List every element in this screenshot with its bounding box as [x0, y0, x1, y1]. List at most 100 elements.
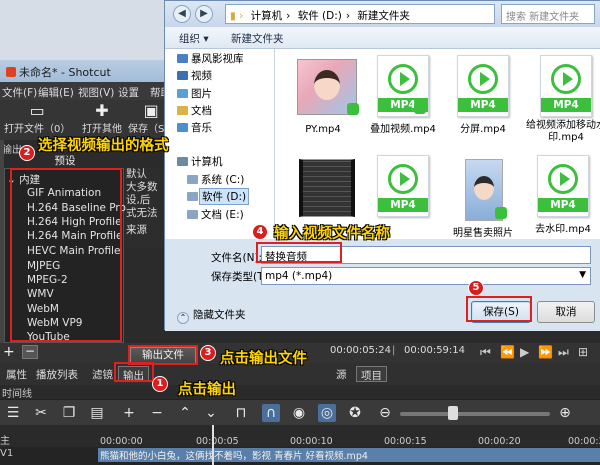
- hide-folders-toggle[interactable]: ⌃ 隐藏文件夹: [177, 307, 246, 324]
- file-item[interactable]: MP4 给视频添加移动水印.mp4: [523, 55, 600, 144]
- menu-icon[interactable]: ☰: [4, 404, 22, 422]
- video-thumbnail: [299, 159, 355, 217]
- step-badge-3: 3: [200, 345, 216, 361]
- menu-edit[interactable]: 编辑(E): [38, 85, 74, 100]
- ruler-tick: 00:00:15: [384, 436, 427, 447]
- ruler-tick: 00:00:20: [478, 436, 521, 447]
- highlight-filename: [256, 242, 342, 263]
- drive-icon: [187, 175, 198, 184]
- tab-source[interactable]: 源: [332, 366, 351, 382]
- save-form: 文件名(N): 替换音频 保存类型(T): mp4 (*.mp4) ▼ ⌃ 隐藏文件…: [165, 239, 600, 331]
- filetype-select[interactable]: mp4 (*.mp4) ▼: [261, 267, 591, 285]
- append-icon[interactable]: +: [120, 404, 138, 422]
- skip-forward-icon[interactable]: ⏭: [558, 345, 569, 360]
- file-list: PY.mp4 MP4 叠加视频.mp4 MP4 分屏.mp4 MP4 给视频添加…: [275, 49, 600, 239]
- tree-item[interactable]: 视频: [191, 68, 212, 83]
- open-other-button[interactable]: ✚ 打开其他: [82, 102, 122, 136]
- tree-item[interactable]: 音乐: [191, 120, 212, 135]
- step-note-2: 选择视频输出的格式: [38, 138, 169, 154]
- organize-menu[interactable]: 组织 ▾: [179, 31, 209, 46]
- dialog-cancel-button[interactable]: 取消: [537, 301, 595, 323]
- forward-icon[interactable]: ▶: [195, 5, 213, 23]
- snap-icon[interactable]: ∩: [262, 404, 280, 422]
- library-icon: [177, 54, 188, 63]
- tree-item[interactable]: 暴风影视库: [191, 51, 244, 66]
- file-item[interactable]: PY.mp4: [283, 55, 363, 135]
- current-timecode[interactable]: 00:00:05:24: [330, 345, 391, 356]
- menu-view[interactable]: 视图(V): [78, 85, 114, 100]
- fast-forward-icon[interactable]: ⏩: [538, 345, 553, 359]
- playhead[interactable]: [212, 425, 214, 465]
- file-item[interactable]: 明星售卖照片: [443, 155, 523, 239]
- menu-settings[interactable]: 设置: [118, 85, 139, 100]
- new-folder-button[interactable]: 新建文件夹: [231, 31, 284, 46]
- skip-back-icon[interactable]: ⏮: [480, 345, 491, 360]
- filename-label: 文件名(N):: [211, 252, 263, 264]
- timeline-ruler[interactable]: 00:00:00 00:00:05 00:00:10 00:00:15 00:0…: [0, 425, 600, 447]
- file-item[interactable]: MP4 分屏.mp4: [443, 55, 523, 135]
- rewind-icon[interactable]: ⏪: [500, 345, 515, 359]
- copy-icon[interactable]: ❐: [60, 404, 78, 422]
- tab-project[interactable]: 项目: [356, 366, 387, 382]
- breadcrumb-folder[interactable]: 新建文件夹: [357, 10, 410, 22]
- tree-item[interactable]: 文档: [191, 103, 212, 118]
- add-preset-icon[interactable]: +: [3, 344, 15, 360]
- window-title: 未命名* - Shotcut: [19, 66, 111, 79]
- master-track-label: 主: [0, 436, 10, 447]
- tab-filters[interactable]: 滤镜: [88, 366, 117, 382]
- file-item[interactable]: MP4 去水印.mp4: [523, 155, 600, 235]
- ruler-tick: 00:00:05: [196, 436, 239, 447]
- file-item[interactable]: [283, 155, 363, 221]
- breadcrumb-computer[interactable]: 计算机: [251, 10, 283, 22]
- step-badge-4: 4: [252, 224, 268, 240]
- remove-icon[interactable]: −: [148, 404, 166, 422]
- zoom-out-icon[interactable]: ⊖: [376, 404, 394, 422]
- ruler-tick: 00:00:25: [568, 436, 600, 447]
- tab-properties[interactable]: 属性: [2, 366, 31, 382]
- tree-item[interactable]: 图片: [191, 86, 212, 101]
- remove-preset-icon[interactable]: −: [22, 345, 38, 359]
- open-file-button[interactable]: ▭ 打开文件（0）: [4, 102, 70, 136]
- track-label: V1: [0, 448, 14, 459]
- chevron-down-icon: ▼: [579, 270, 586, 280]
- overwrite-icon[interactable]: ⌄: [202, 404, 220, 422]
- file-item[interactable]: MP4 叠加视频.mp4: [363, 55, 443, 135]
- play-icon[interactable]: ▶: [520, 345, 529, 359]
- dialog-nav-bar: ◀ ▶ ▮ › 计算机 › 软件 (D:) › 新建文件夹 搜索 新建文件夹: [165, 1, 600, 27]
- tree-item[interactable]: 系统 (C:): [201, 172, 244, 187]
- video-folder-icon: [177, 71, 188, 80]
- address-bar[interactable]: ▮ › 计算机 › 软件 (D:) › 新建文件夹: [225, 4, 495, 24]
- ripple-icon[interactable]: ◎: [318, 404, 336, 422]
- ruler-tick: 00:00:00: [100, 436, 143, 447]
- shotcut-title-bar: 未命名* - Shotcut: [0, 60, 175, 82]
- zoom-slider-handle[interactable]: [448, 406, 458, 420]
- zoom-in-icon[interactable]: ⊕: [556, 404, 574, 422]
- highlight-save-button: [466, 296, 532, 322]
- step-badge-5: 5: [468, 280, 484, 296]
- back-icon[interactable]: ◀: [173, 5, 191, 23]
- tab-playlist[interactable]: 播放列表: [32, 366, 82, 382]
- breadcrumb-drive[interactable]: 软件 (D:): [298, 10, 342, 22]
- tree-item[interactable]: 文档 (E:): [201, 207, 244, 222]
- folder-icon: ▮ ›: [230, 10, 244, 22]
- tree-item[interactable]: 计算机: [191, 154, 223, 169]
- navigation-tree[interactable]: 暴风影视库 视频 图片 文档 音乐 计算机 系统 (C:) 软件 (D:) 文档…: [165, 49, 275, 239]
- wechat-badge-icon: [495, 207, 507, 219]
- file-item[interactable]: MP4: [363, 155, 443, 217]
- paste-icon[interactable]: ▤: [88, 404, 106, 422]
- zoom-slider[interactable]: [400, 412, 550, 416]
- menu-file[interactable]: 文件(F): [2, 85, 37, 100]
- timeline-header: 时间线: [0, 385, 600, 400]
- scrub-icon[interactable]: ◉: [290, 404, 308, 422]
- step-note-4: 输入视频文件名称: [274, 226, 390, 242]
- drive-icon: [187, 192, 198, 201]
- step-note-3: 点击输出文件: [220, 351, 307, 367]
- split-icon[interactable]: ⊓: [232, 404, 250, 422]
- cut-icon[interactable]: ✂: [32, 404, 50, 422]
- ripple-all-icon[interactable]: ✪: [346, 404, 364, 422]
- timeline-clip[interactable]: 熊猫和他的小白兔，这俩找不着吗，影视 青春片 好看视频.mp4: [98, 448, 600, 462]
- lift-icon[interactable]: ⌃: [176, 404, 194, 422]
- tree-item-selected[interactable]: 软件 (D:): [199, 188, 250, 205]
- toggle-zoom-icon[interactable]: ⊞: [578, 345, 588, 359]
- search-input[interactable]: 搜索 新建文件夹: [501, 4, 595, 24]
